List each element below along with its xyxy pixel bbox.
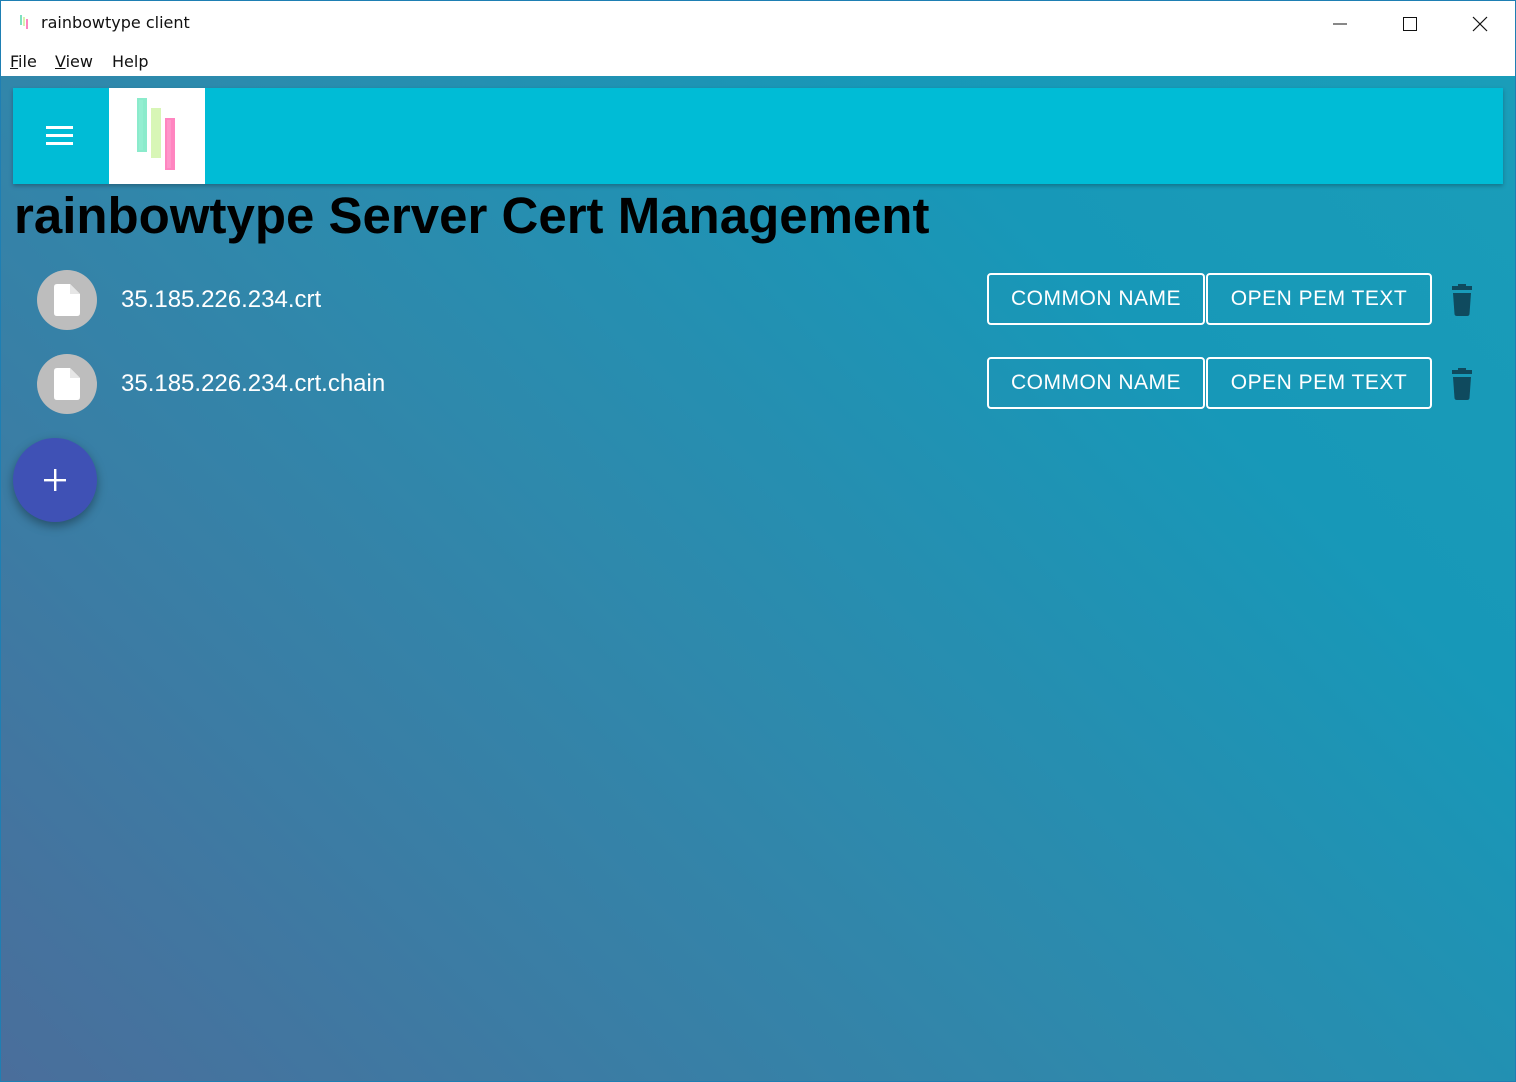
hamburger-menu-icon[interactable] xyxy=(45,126,75,146)
page-title: rainbowtype Server Cert Management xyxy=(14,187,930,244)
file-icon xyxy=(54,368,80,400)
menu-view-mnemonic: V xyxy=(55,52,66,71)
cert-list-item: 35.185.226.234.crt COMMON NAME OPEN PEM … xyxy=(1,265,1515,335)
cert-list-item: 35.185.226.234.crt.chain COMMON NAME OPE… xyxy=(1,349,1515,419)
cert-filename: 35.185.226.234.crt xyxy=(121,286,322,313)
close-icon xyxy=(1472,16,1488,32)
delete-cert-button[interactable] xyxy=(1447,284,1477,316)
app-bar xyxy=(13,88,1503,184)
logo-icon xyxy=(137,98,175,170)
app-logo-icon xyxy=(20,15,28,29)
trash-icon xyxy=(1452,368,1472,400)
common-name-button[interactable]: COMMON NAME xyxy=(987,357,1205,409)
menu-file-mnemonic: F xyxy=(10,52,19,71)
maximize-icon xyxy=(1403,17,1417,31)
file-icon xyxy=(54,284,80,316)
file-avatar xyxy=(37,354,97,414)
menu-view[interactable]: View xyxy=(55,52,93,71)
close-button[interactable] xyxy=(1445,1,1515,47)
minimize-button[interactable] xyxy=(1305,1,1375,47)
trash-icon xyxy=(1452,284,1472,316)
common-name-button[interactable]: COMMON NAME xyxy=(987,273,1205,325)
app-window: rainbowtype client File View Help rainbo… xyxy=(0,0,1516,1082)
open-pem-text-button[interactable]: OPEN PEM TEXT xyxy=(1206,357,1432,409)
title-bar[interactable]: rainbowtype client xyxy=(1,1,1515,47)
file-avatar xyxy=(37,270,97,330)
hamburger-line xyxy=(46,126,73,129)
menu-view-label: iew xyxy=(65,52,93,71)
main-content: rainbowtype Server Cert Management 35.18… xyxy=(1,76,1515,1081)
minimize-icon xyxy=(1333,23,1347,25)
menu-bar: File View Help xyxy=(1,47,1515,76)
menu-file[interactable]: File xyxy=(10,52,37,71)
maximize-button[interactable] xyxy=(1375,1,1445,47)
window-title: rainbowtype client xyxy=(41,13,190,32)
menu-file-label: ile xyxy=(18,52,37,71)
plus-icon xyxy=(44,469,66,491)
hamburger-line xyxy=(46,134,73,137)
add-cert-button[interactable] xyxy=(13,438,97,522)
delete-cert-button[interactable] xyxy=(1447,368,1477,400)
menu-help[interactable]: Help xyxy=(112,52,148,71)
cert-filename: 35.185.226.234.crt.chain xyxy=(121,370,386,397)
open-pem-text-button[interactable]: OPEN PEM TEXT xyxy=(1206,273,1432,325)
hamburger-line xyxy=(46,142,73,145)
rainbowtype-logo xyxy=(109,88,205,184)
